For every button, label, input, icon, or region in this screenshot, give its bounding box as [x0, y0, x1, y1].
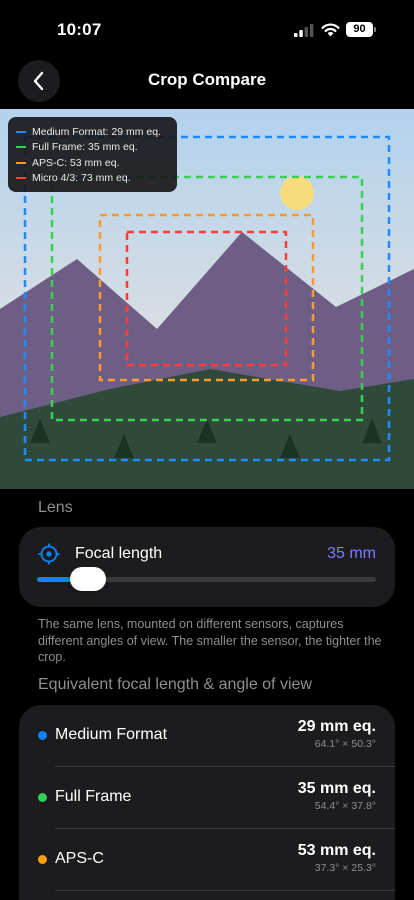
page-title: Crop Compare — [147, 70, 267, 89]
legend-swatch — [16, 177, 26, 180]
focal-length-value: 35 mm — [327, 545, 376, 562]
legend-item: Medium Format: 29 mm eq. — [16, 124, 169, 140]
angle-of-view: 37.3° × 25.3° — [314, 862, 376, 874]
crosshair-icon — [38, 543, 60, 565]
legend-swatch — [16, 161, 26, 164]
legend-label: Micro 4/3: 73 mm eq. — [32, 172, 131, 185]
sensor-row-medium-format[interactable]: Medium Format 29 mm eq. 64.1° × 50.3° — [19, 705, 395, 767]
wifi-icon — [321, 23, 340, 37]
equivalents-section-label: Equivalent focal length & angle of view — [38, 676, 312, 693]
sensor-row-full-frame[interactable]: Full Frame 35 mm eq. 54.4° × 37.8° — [19, 767, 395, 829]
sensor-row-aps-c[interactable]: APS-C 53 mm eq. 37.3° × 25.3° — [19, 829, 395, 891]
angle-of-view: 54.4° × 37.8° — [314, 800, 376, 812]
equivalents-card: Medium Format 29 mm eq. 64.1° × 50.3° Fu… — [19, 705, 395, 900]
equivalent-focal-length: 53 mm eq. — [297, 842, 376, 859]
focal-length-card: Focal length 35 mm — [19, 527, 395, 607]
battery-icon: 90 — [346, 22, 376, 37]
legend-item: APS-C: 53 mm eq. — [16, 155, 169, 171]
sensor-color-dot — [38, 855, 47, 864]
legend-label: Full Frame: 35 mm eq. — [32, 141, 138, 154]
legend-label: Medium Format: 29 mm eq. — [32, 125, 161, 138]
sensor-name: Full Frame — [55, 788, 132, 805]
sensor-name: APS-C — [55, 850, 104, 867]
battery-level: 90 — [346, 22, 373, 37]
sensor-color-dot — [38, 731, 47, 740]
focal-length-label: Focal length — [75, 545, 163, 562]
crop-legend: Medium Format: 29 mm eq. Full Frame: 35 … — [8, 117, 177, 192]
legend-item: Full Frame: 35 mm eq. — [16, 140, 169, 156]
slider-thumb[interactable] — [70, 567, 106, 591]
legend-swatch — [16, 130, 26, 133]
legend-swatch — [16, 146, 26, 149]
cellular-signal-icon — [294, 24, 314, 37]
status-bar: 10:07 90 — [0, 0, 414, 60]
crop-description: The same lens, mounted on different sens… — [38, 617, 382, 664]
legend-label: APS-C: 53 mm eq. — [32, 156, 120, 169]
equivalent-focal-length: 29 mm eq. — [297, 718, 376, 735]
divider — [55, 890, 395, 891]
sensor-name: Medium Format — [55, 726, 168, 743]
sun — [280, 176, 314, 210]
legend-item: Micro 4/3: 73 mm eq. — [16, 171, 169, 187]
status-time: 10:07 — [57, 20, 102, 39]
sensor-color-dot — [38, 793, 47, 802]
lens-section-label: Lens — [38, 499, 73, 516]
equivalent-focal-length: 35 mm eq. — [297, 780, 376, 797]
angle-of-view: 64.1° × 50.3° — [314, 738, 376, 750]
